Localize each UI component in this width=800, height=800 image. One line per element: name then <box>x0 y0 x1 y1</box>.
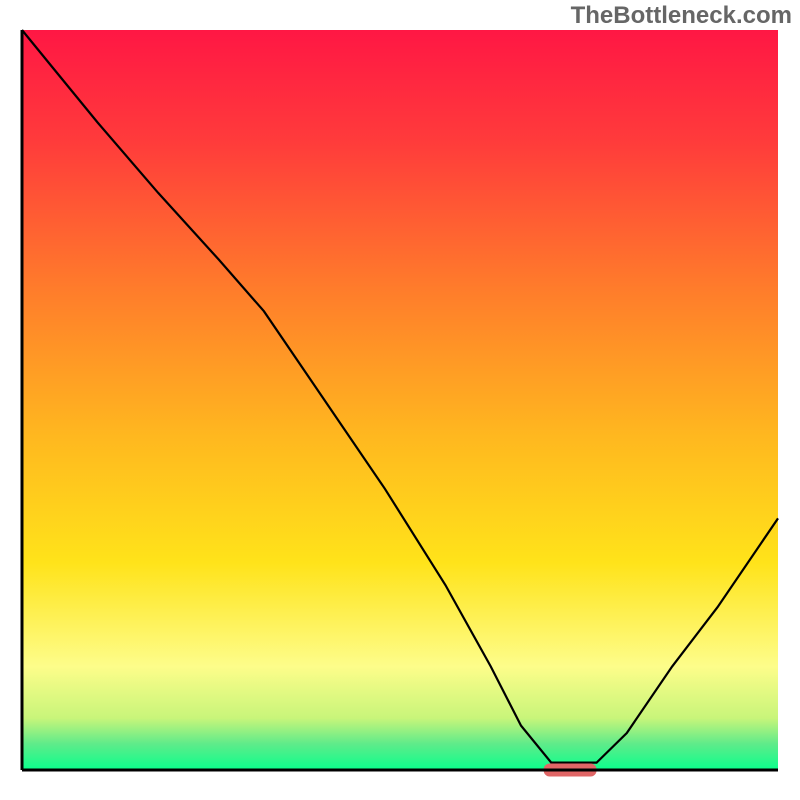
plot-background <box>22 30 778 770</box>
bottleneck-chart <box>0 0 800 800</box>
watermark-label: TheBottleneck.com <box>571 2 792 30</box>
chart-container: TheBottleneck.com <box>0 0 800 800</box>
